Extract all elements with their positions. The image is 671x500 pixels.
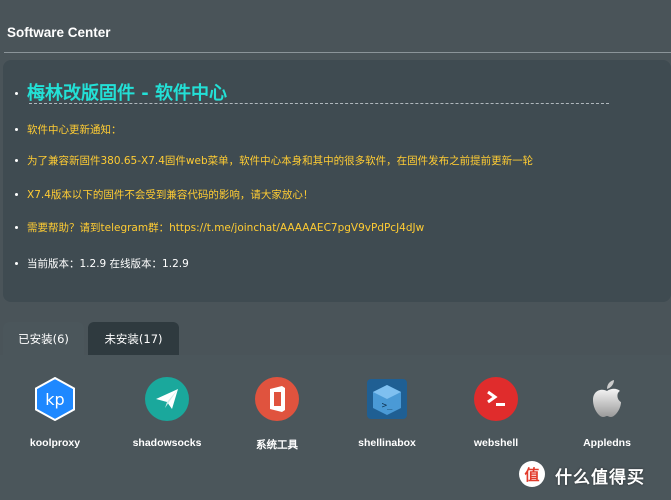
- app-koolproxy[interactable]: kp koolproxy: [5, 377, 105, 449]
- bullet-icon: [15, 158, 18, 162]
- telegram-help-link[interactable]: 需要帮助？请到telegram群：https://t.me/joinchat/A…: [27, 222, 424, 234]
- notice-item-text: 软件中心更新通知：: [27, 124, 122, 136]
- app-label: webshell: [473, 437, 519, 449]
- app-system-tools[interactable]: 系统工具: [227, 377, 327, 452]
- notice-item: X7.4版本以下的固件不会受到兼容代码的影响，请大家放心！: [15, 187, 313, 202]
- app-label: shellinabox: [358, 437, 416, 449]
- version-info: 当前版本：1.2.9 在线版本：1.2.9: [15, 256, 189, 271]
- bullet-icon: [15, 91, 18, 95]
- app-label: shadowsocks: [132, 437, 202, 449]
- app-appledns[interactable]: Appledns: [557, 377, 657, 449]
- app-webshell[interactable]: webshell: [446, 377, 546, 449]
- tab-installed[interactable]: 已安装(6): [3, 322, 84, 355]
- bullet-icon: [15, 261, 18, 265]
- bullet-icon: [15, 225, 18, 229]
- notice-panel: 梅林改版固件 - 软件中心 软件中心更新通知： 为了兼容新固件380.65-X7…: [3, 60, 671, 302]
- shell-prompt-icon: [474, 377, 518, 421]
- bullet-icon: [15, 127, 18, 131]
- page-title: Software Center: [7, 25, 111, 40]
- page-header: Software Center: [0, 0, 671, 52]
- bullet-icon: [15, 192, 18, 196]
- app-label: Appledns: [583, 437, 631, 449]
- svg-text:>_: >_: [382, 401, 393, 411]
- notice-heading-text: 梅林改版固件 - 软件中心: [27, 83, 228, 104]
- app-shadowsocks[interactable]: shadowsocks: [117, 377, 217, 449]
- notice-item: 需要帮助？请到telegram群：https://t.me/joinchat/A…: [15, 220, 424, 235]
- notice-heading: 梅林改版固件 - 软件中心: [15, 79, 227, 105]
- watermark-badge-icon: 值: [519, 461, 545, 487]
- version-text: 当前版本：1.2.9 在线版本：1.2.9: [27, 258, 189, 270]
- header-divider: [4, 52, 671, 53]
- app-shellinabox[interactable]: >_ shellinabox: [337, 377, 437, 449]
- terminal-box-icon: >_: [365, 377, 409, 421]
- heading-divider: [29, 103, 609, 104]
- notice-item-text: X7.4版本以下的固件不会受到兼容代码的影响，请大家放心！: [27, 189, 314, 201]
- notice-item: 为了兼容新固件380.65-X7.4固件web菜单，软件中心本身和其中的很多软件…: [15, 153, 533, 168]
- svg-text:kp: kp: [45, 390, 64, 409]
- watermark-text: 什么值得买: [555, 468, 645, 488]
- watermark: 值 什么值得买: [519, 459, 667, 489]
- office-logo-icon: [255, 377, 299, 421]
- app-label: 系统工具: [256, 439, 298, 451]
- tab-not-installed[interactable]: 未安装(17): [88, 322, 179, 355]
- app-label: koolproxy: [29, 437, 81, 449]
- notice-item-text: 为了兼容新固件380.65-X7.4固件web菜单，软件中心本身和其中的很多软件…: [27, 155, 534, 167]
- apple-logo-icon: [585, 377, 629, 421]
- kp-hexagon-icon: kp: [33, 377, 77, 421]
- paper-plane-icon: [145, 377, 189, 421]
- notice-item: 软件中心更新通知：: [15, 122, 122, 137]
